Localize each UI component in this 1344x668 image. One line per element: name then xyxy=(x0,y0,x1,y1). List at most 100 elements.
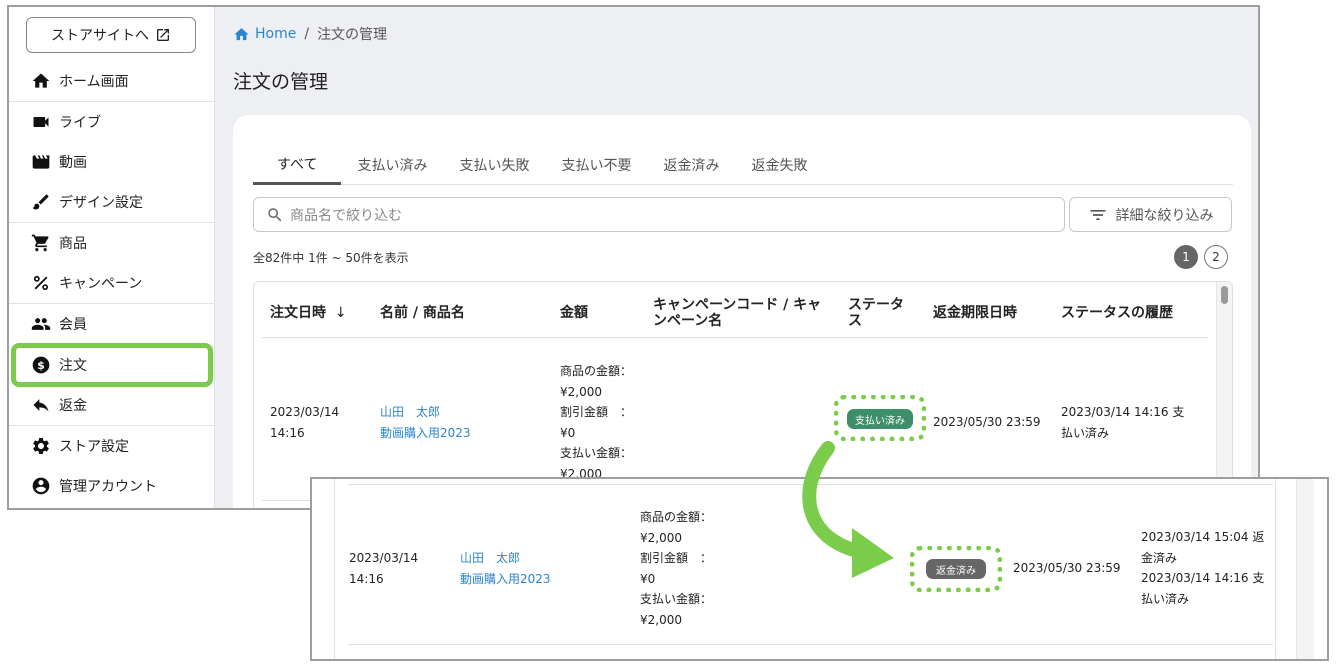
breadcrumb-home[interactable]: Home xyxy=(233,26,296,43)
column-header-campaign-line2: ンペーン名 xyxy=(653,313,723,329)
history-line: 払い済み xyxy=(1141,591,1190,606)
account-circle-icon xyxy=(32,477,50,495)
sidebar-item-home[interactable]: ホーム画面 xyxy=(9,61,215,102)
table-left-border xyxy=(334,479,335,659)
svg-text:$: $ xyxy=(37,359,45,372)
main-content: Home / 注文の管理 注文の管理 すべて 支払い済み 支払い失敗 支払い不要… xyxy=(215,7,1258,508)
amount-line: 割引金額 ： xyxy=(640,551,713,565)
order-date: 2023/03/14 xyxy=(270,405,340,419)
brush-icon xyxy=(32,194,49,210)
store-site-label: ストアサイトへ xyxy=(51,28,149,44)
column-header-history: ステータスの履歴 xyxy=(1061,305,1173,321)
gear-icon xyxy=(33,437,49,454)
status-tabs: すべて 支払い済み 支払い失敗 支払い不要 返金済み 返金失敗 xyxy=(253,145,1233,185)
sidebar-item-store-settings[interactable]: ストア設定 xyxy=(9,426,215,467)
store-site-button[interactable]: ストアサイトへ xyxy=(26,17,196,53)
sidebar-item-label: ホーム画面 xyxy=(59,73,129,90)
amount-line: ¥0 xyxy=(640,571,656,586)
amount-line: 商品の金額： xyxy=(560,364,633,378)
dollar-icon: $ xyxy=(32,356,50,374)
history-cell: 2023/03/14 15:04 返 金済み 2023/03/14 14:16 … xyxy=(1141,527,1264,609)
order-time: 14:16 xyxy=(270,425,305,440)
history-line: 払い済み xyxy=(1061,425,1110,440)
open-external-icon xyxy=(157,29,169,41)
clapperboard-icon xyxy=(32,155,50,169)
breadcrumb-separator: / xyxy=(304,26,310,42)
sidebar: ストアサイトへ ホーム画面 ライブ 動画 デザイン設定 商品 キャンペーン 会員… xyxy=(9,7,215,508)
tab-all[interactable]: すべて xyxy=(253,145,342,185)
sidebar-item-label: 管理アカウント xyxy=(59,479,157,496)
breadcrumb-home-label: Home xyxy=(255,26,297,42)
amount-line: 割引金額 ： xyxy=(560,405,633,419)
history-line: 2023/03/14 15:04 返 xyxy=(1141,530,1265,544)
sidebar-item-label: キャンペーン xyxy=(59,276,143,293)
table-right-border xyxy=(1275,479,1276,659)
page-button-2[interactable]: 2 xyxy=(1204,245,1228,269)
reply-icon xyxy=(33,398,49,412)
sidebar-item-refunds[interactable]: 返金 xyxy=(9,385,215,426)
customer-name-link[interactable]: 山田 太郎 xyxy=(460,548,551,569)
amount-line: ¥2,000 xyxy=(560,384,602,399)
pagination: 1 2 xyxy=(1174,245,1228,269)
sidebar-nav: ホーム画面 ライブ 動画 デザイン設定 商品 キャンペーン 会員 $ 注文 返金… xyxy=(9,61,215,507)
sidebar-item-members[interactable]: 会員 xyxy=(9,304,215,345)
table-scrollbar-thumb[interactable] xyxy=(1221,286,1228,304)
sidebar-item-label: 返金 xyxy=(59,397,87,414)
amount-line: 支払い金額： xyxy=(640,592,713,606)
row-divider xyxy=(348,644,1273,645)
sidebar-item-label: 会員 xyxy=(59,317,87,334)
order-date-cell: 2023/03/14 14:16 xyxy=(270,402,339,443)
tab-refund-failed[interactable]: 返金失敗 xyxy=(735,145,823,185)
sidebar-item-videos[interactable]: 動画 xyxy=(9,142,215,183)
amount-line: ¥0 xyxy=(560,425,576,440)
search-input[interactable]: 商品名で絞り込む xyxy=(253,197,1065,232)
status-badge: 支払い済み xyxy=(847,409,913,429)
breadcrumb: Home / 注文の管理 xyxy=(233,24,387,44)
filter-icon xyxy=(1090,209,1105,220)
amount-cell: 商品の金額： ¥2,000 割引金額 ： ¥0 支払い金額： ¥2,000 xyxy=(560,361,632,484)
people-icon xyxy=(31,318,51,331)
orders-table: 注文日時 ↓ 名前 / 商品名 金額 キャンペーンコード / キャ ンペーン名 … xyxy=(253,281,1233,508)
orders-card: すべて 支払い済み 支払い失敗 支払い不要 返金済み 返金失敗 商品名で絞り込む… xyxy=(233,115,1251,508)
sidebar-item-label: 商品 xyxy=(59,236,87,253)
sidebar-item-admin-account[interactable]: 管理アカウント xyxy=(9,466,215,507)
name-cell: 山田 太郎 動画購入用2023 xyxy=(460,548,551,589)
column-header-date[interactable]: 注文日時 ↓ xyxy=(270,305,347,321)
product-name-link[interactable]: 動画購入用2023 xyxy=(380,423,471,444)
cart-icon xyxy=(31,234,49,252)
table-scrollbar[interactable] xyxy=(1216,282,1232,508)
tab-refunded[interactable]: 返金済み xyxy=(647,145,735,185)
sidebar-item-label: 注文 xyxy=(59,357,87,374)
status-badge: 返金済み xyxy=(926,559,986,579)
sidebar-item-campaigns[interactable]: キャンペーン xyxy=(9,264,215,304)
refund-deadline-cell: 2023/05/30 23:59 xyxy=(1013,561,1121,575)
sidebar-item-live[interactable]: ライブ xyxy=(9,102,215,143)
amount-line: 支払い金額： xyxy=(560,446,633,460)
home-icon xyxy=(234,27,249,40)
history-line: 2023/03/14 14:16 支 xyxy=(1141,571,1265,585)
sidebar-item-label: 動画 xyxy=(59,155,87,172)
amount-line: ¥2,000 xyxy=(640,612,682,627)
sort-arrow-icon: ↓ xyxy=(334,305,347,321)
sidebar-item-orders[interactable]: $ 注文 xyxy=(11,342,213,387)
sidebar-item-label: デザイン設定 xyxy=(59,195,143,212)
history-cell: 2023/03/14 14:16 支 払い済み xyxy=(1061,402,1184,443)
column-header-amount: 金額 xyxy=(560,305,588,321)
header-divider xyxy=(262,337,1208,338)
tab-payment-not-required[interactable]: 支払い不要 xyxy=(545,145,647,185)
page-title: 注文の管理 xyxy=(233,71,329,93)
product-name-link[interactable]: 動画購入用2023 xyxy=(460,569,551,590)
advanced-filter-button[interactable]: 詳細な絞り込み xyxy=(1069,197,1232,232)
amount-line: ¥2,000 xyxy=(640,530,682,545)
page-button-1[interactable]: 1 xyxy=(1174,245,1198,269)
tab-payment-failed[interactable]: 支払い失敗 xyxy=(443,145,545,185)
column-header-campaign: キャンペーンコード / キャ ンペーン名 xyxy=(653,297,821,329)
column-header-status: ステータ ス xyxy=(848,297,904,329)
amount-cell: 商品の金額： ¥2,000 割引金額 ： ¥0 支払い金額： ¥2,000 xyxy=(640,507,712,630)
tab-paid[interactable]: 支払い済み xyxy=(341,145,443,185)
customer-name-link[interactable]: 山田 太郎 xyxy=(380,402,471,423)
sidebar-item-design[interactable]: デザイン設定 xyxy=(9,183,215,223)
column-header-refund-deadline: 返金期限日時 xyxy=(933,305,1017,321)
sidebar-item-products[interactable]: 商品 xyxy=(9,223,215,264)
column-header-date-label: 注文日時 xyxy=(270,305,326,321)
